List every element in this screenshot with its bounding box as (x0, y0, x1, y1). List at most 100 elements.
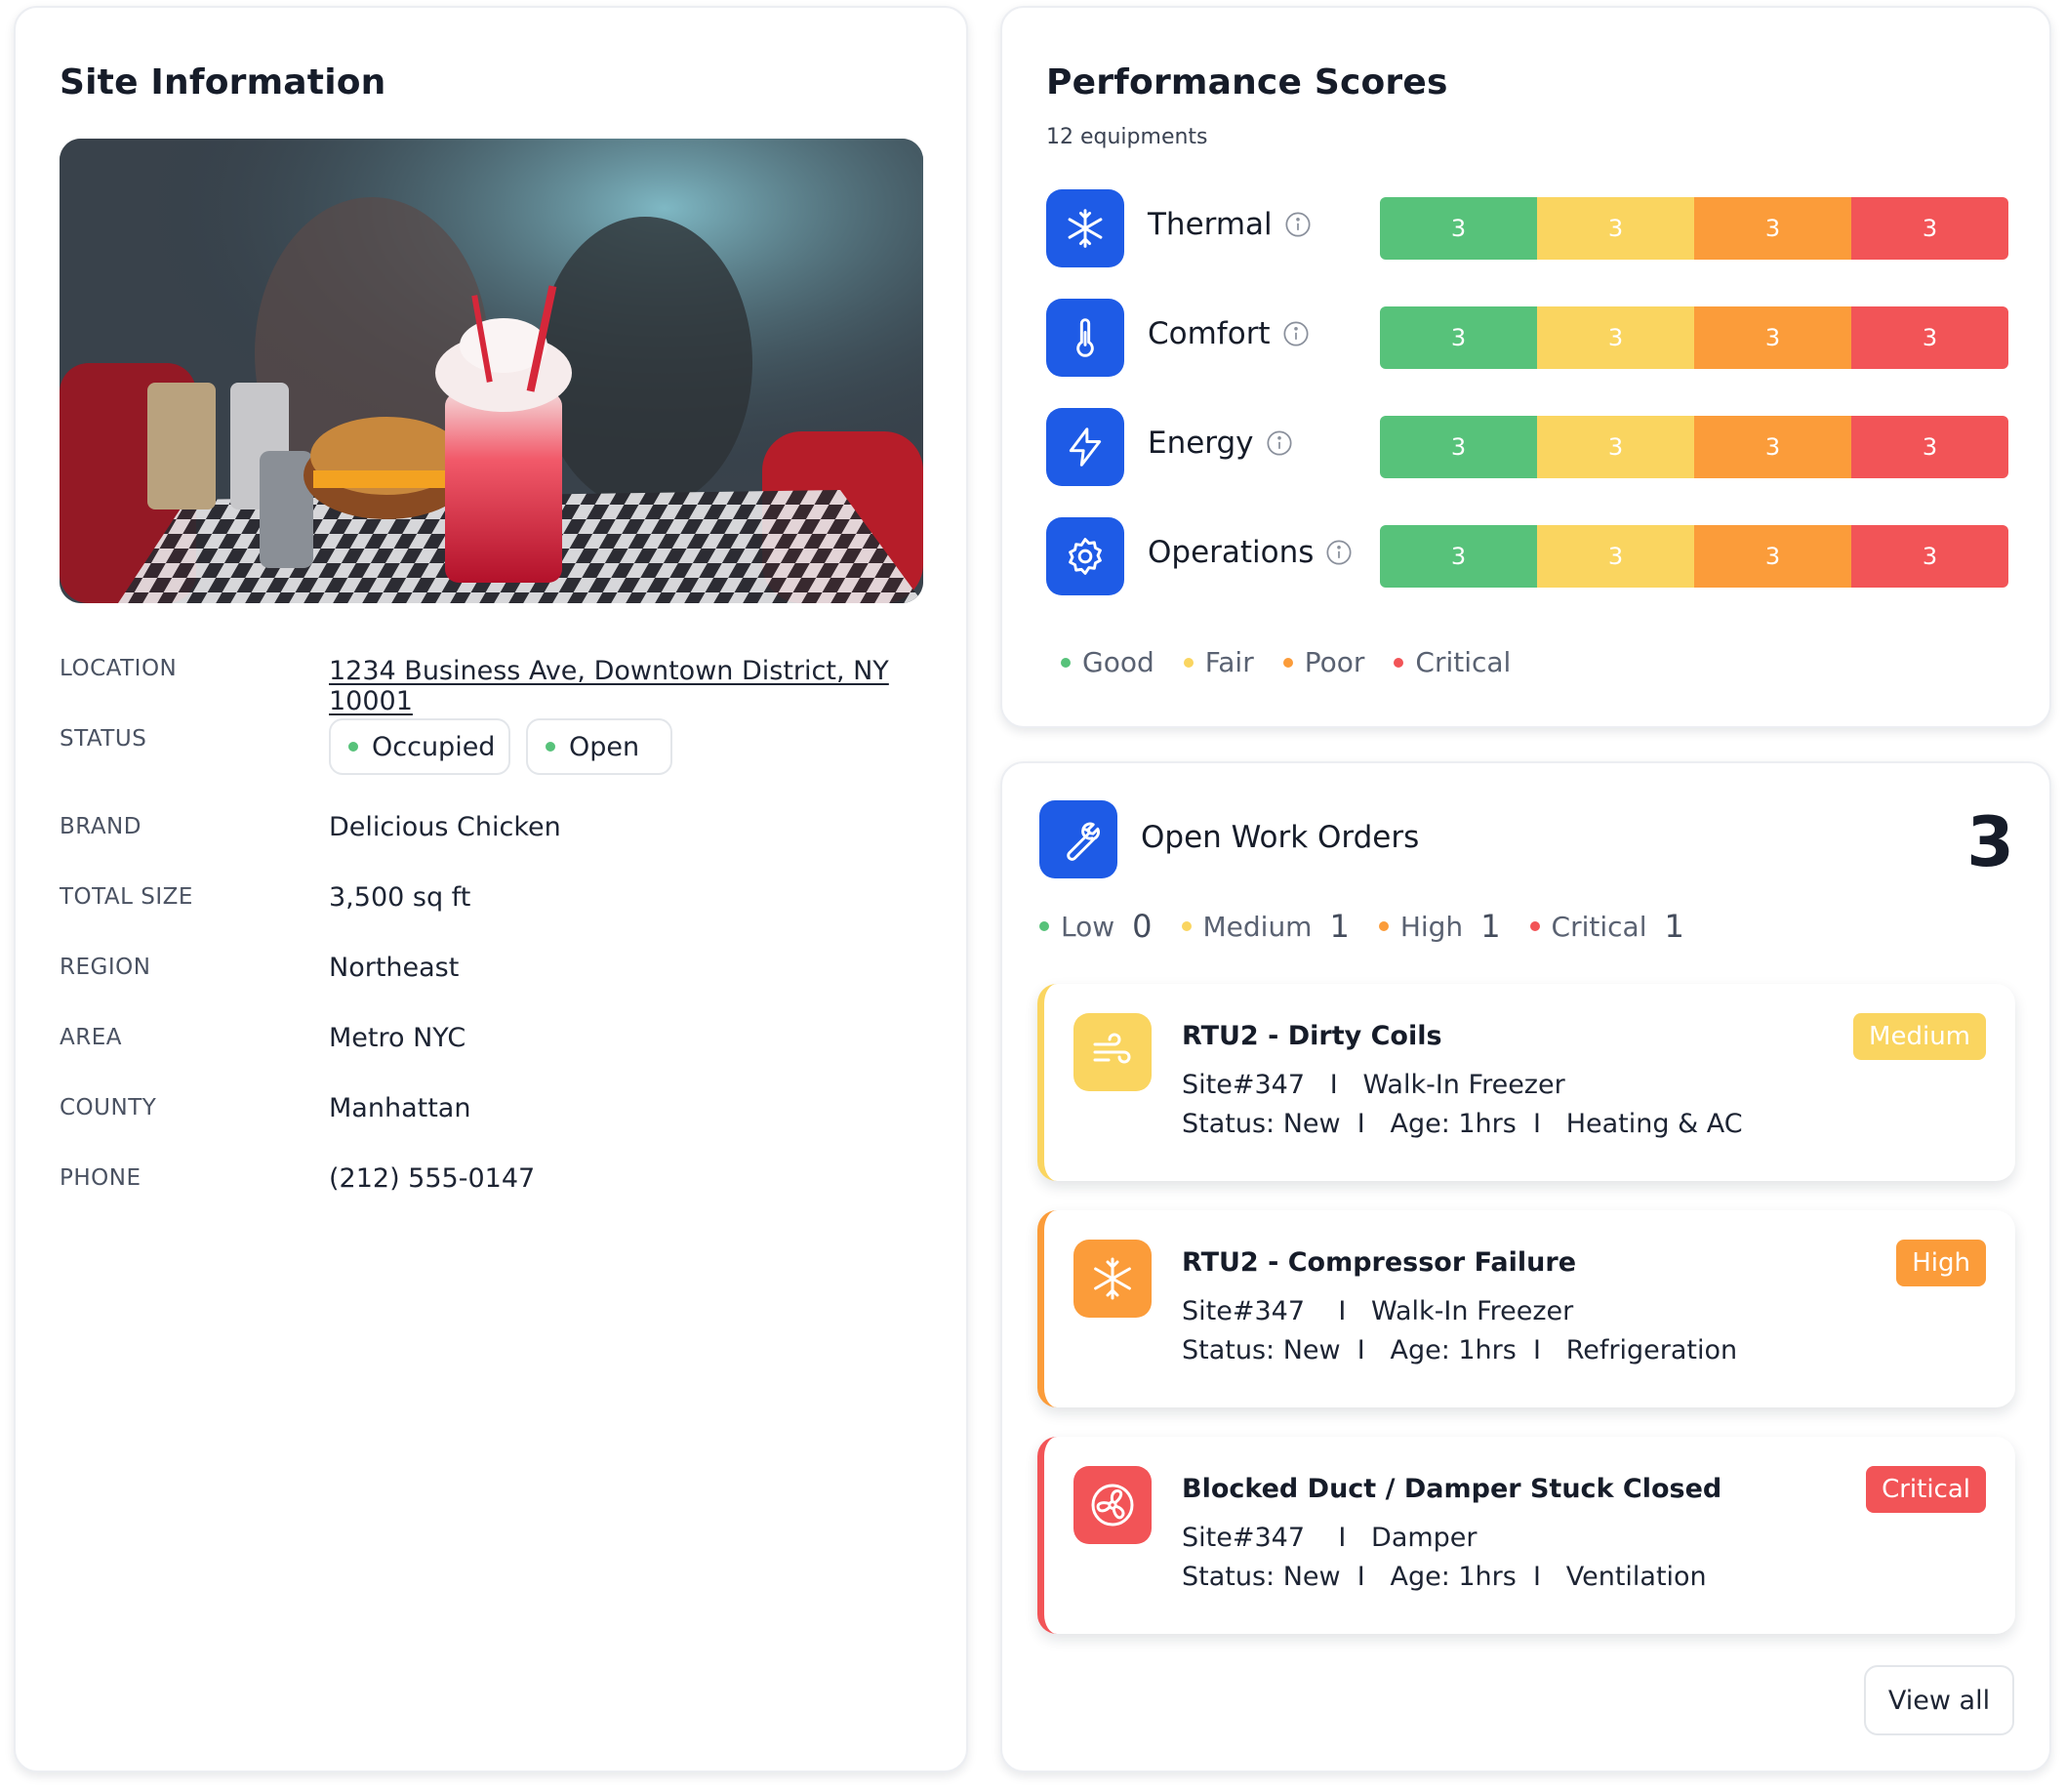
wrench-icon (1039, 800, 1117, 878)
score-segment-critical[interactable]: 3 (1851, 306, 2008, 369)
score-legend: Good Fair Poor Critical (1061, 646, 1511, 678)
work-order-card-blocked-duct[interactable]: Blocked Duct / Damper Stuck Closed Site#… (1037, 1437, 2015, 1634)
work-order-site-line: Site#347 I Damper (1182, 1523, 1478, 1553)
work-order-status-line: Status: New I Age: 1hrs I Heating & AC (1182, 1109, 1743, 1139)
brand-value: Delicious Chicken (329, 812, 561, 842)
score-row-energy: Energy 3 3 3 3 (1046, 408, 2012, 486)
location-label: LOCATION (60, 656, 178, 681)
fan-icon (1073, 1466, 1152, 1544)
work-order-name: RTU2 - Dirty Coils (1182, 1021, 1442, 1051)
work-order-site-line: Site#347 I Walk-In Freezer (1182, 1296, 1574, 1326)
location-link[interactable]: 1234 Business Ave, Downtown District, NY… (329, 656, 966, 716)
score-segment-good[interactable]: 3 (1380, 197, 1537, 260)
status-label: STATUS (60, 726, 147, 752)
lightning-icon (1046, 408, 1124, 486)
priority-badge-medium: Medium (1853, 1013, 1986, 1060)
score-name-comfort: Comfort (1148, 316, 1271, 351)
status-open-text: Open (569, 731, 640, 762)
score-segment-fair[interactable]: 3 (1537, 197, 1694, 260)
total-size-value: 3,500 sq ft (329, 882, 471, 913)
work-order-priority-legend: Low 0 Medium 1 High 1 Critical 1 (1039, 908, 1684, 945)
score-bar-operations: 3 3 3 3 (1380, 525, 2008, 588)
work-order-name: Blocked Duct / Damper Stuck Closed (1182, 1474, 1722, 1504)
open-work-orders-count: 3 (1966, 802, 2014, 882)
score-segment-poor[interactable]: 3 (1694, 416, 1851, 478)
legend-medium: Medium 1 (1181, 908, 1350, 945)
score-segment-poor[interactable]: 3 (1694, 306, 1851, 369)
score-name-operations: Operations (1148, 535, 1315, 570)
snowflake-icon (1046, 189, 1124, 267)
snowflake-icon (1073, 1240, 1152, 1318)
open-work-orders-card: Open Work Orders 3 Low 0 Medium 1 High 1 Cr… (1000, 761, 2051, 1772)
score-segment-good[interactable]: 3 (1380, 525, 1537, 588)
work-order-status-line: Status: New I Age: 1hrs I Refrigeration (1182, 1335, 1738, 1365)
thermometer-icon (1046, 299, 1124, 377)
score-segment-fair[interactable]: 3 (1537, 525, 1694, 588)
score-row-operations: Operations 3 3 3 3 (1046, 517, 2012, 595)
brand-label: BRAND (60, 814, 142, 839)
region-value: Northeast (329, 953, 460, 983)
priority-badge-high: High (1896, 1240, 1986, 1286)
status-open-badge: Open (526, 718, 672, 775)
score-segment-critical[interactable]: 3 (1851, 525, 2008, 588)
score-bar-energy: 3 3 3 3 (1380, 416, 2008, 478)
work-order-card-dirty-coils[interactable]: RTU2 - Dirty Coils Site#347 I Walk-In Fr… (1037, 984, 2015, 1181)
site-information-card: Site Information LOCATION 1234 Business … (14, 6, 968, 1772)
score-segment-poor[interactable]: 3 (1694, 525, 1851, 588)
score-name: Operations (1148, 535, 1353, 570)
legend-high: High 1 (1378, 908, 1501, 945)
score-name: Energy (1148, 426, 1293, 461)
score-name: Thermal (1148, 207, 1312, 242)
work-order-status-line: Status: New I Age: 1hrs I Ventilation (1182, 1562, 1707, 1592)
phone-value: (212) 555-0147 (329, 1163, 536, 1194)
score-row-comfort: Comfort 3 3 3 3 (1046, 299, 2012, 377)
performance-scores-title: Performance Scores (1046, 62, 1448, 102)
county-label: COUNTY (60, 1095, 157, 1120)
score-segment-fair[interactable]: 3 (1537, 416, 1694, 478)
info-icon[interactable] (1266, 429, 1293, 457)
total-size-label: TOTAL SIZE (60, 884, 193, 910)
site-information-title: Site Information (60, 62, 386, 102)
legend-good: Good (1061, 646, 1154, 678)
score-segment-critical[interactable]: 3 (1851, 416, 2008, 478)
legend-critical: Critical (1394, 646, 1511, 678)
score-bar-thermal: 3 3 3 3 (1380, 197, 2008, 260)
performance-scores-card: Performance Scores 12 equipments Thermal… (1000, 6, 2051, 728)
legend-critical: Critical 1 (1529, 908, 1684, 945)
county-value: Manhattan (329, 1093, 471, 1123)
work-order-card-compressor-failure[interactable]: RTU2 - Compressor Failure Site#347 I Wal… (1037, 1210, 2015, 1407)
score-segment-critical[interactable]: 3 (1851, 197, 2008, 260)
open-work-orders-title: Open Work Orders (1141, 820, 1420, 855)
score-segment-fair[interactable]: 3 (1537, 306, 1694, 369)
wind-icon (1073, 1013, 1152, 1091)
score-segment-good[interactable]: 3 (1380, 416, 1537, 478)
info-icon[interactable] (1284, 211, 1312, 238)
legend-low: Low 0 (1039, 908, 1153, 945)
priority-badge-critical: Critical (1866, 1466, 1986, 1513)
status-occupied-badge: Occupied (329, 718, 510, 775)
status-occupied-text: Occupied (372, 731, 496, 762)
area-label: AREA (60, 1025, 122, 1050)
legend-fair: Fair (1183, 646, 1254, 678)
score-name-thermal: Thermal (1148, 207, 1273, 242)
region-label: REGION (60, 955, 151, 980)
legend-poor: Poor (1282, 646, 1364, 678)
score-segment-good[interactable]: 3 (1380, 306, 1537, 369)
status-dot (348, 742, 358, 752)
info-icon[interactable] (1282, 320, 1310, 347)
work-order-name: RTU2 - Compressor Failure (1182, 1247, 1577, 1278)
area-value: Metro NYC (329, 1023, 466, 1053)
work-order-site-line: Site#347 I Walk-In Freezer (1182, 1070, 1565, 1100)
score-name-energy: Energy (1148, 426, 1254, 461)
score-bar-comfort: 3 3 3 3 (1380, 306, 2008, 369)
equipment-count: 12 equipments (1046, 125, 1208, 149)
score-segment-poor[interactable]: 3 (1694, 197, 1851, 260)
gear-icon (1046, 517, 1124, 595)
status-dot (546, 742, 555, 752)
site-photo (60, 139, 923, 603)
phone-label: PHONE (60, 1165, 142, 1191)
score-row-thermal: Thermal 3 3 3 3 (1046, 189, 2012, 267)
view-all-button[interactable]: View all (1864, 1665, 2014, 1735)
info-icon[interactable] (1325, 539, 1353, 566)
score-name: Comfort (1148, 316, 1310, 351)
